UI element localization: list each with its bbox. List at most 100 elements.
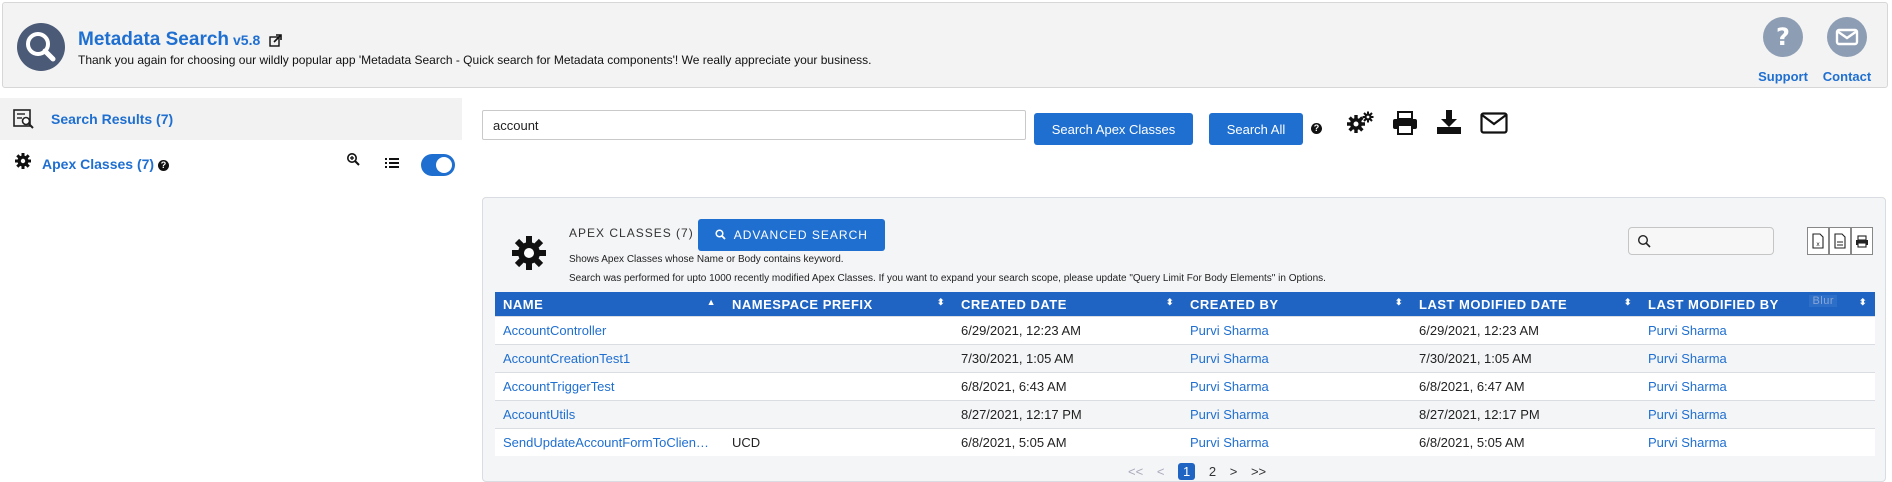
class-name-link[interactable]: AccountTriggerTest <box>503 379 615 394</box>
contact-label: Contact <box>1822 69 1872 84</box>
table-row: AccountController 6/29/2021, 12:23 AM Pu… <box>495 316 1875 345</box>
apex-classes-toggle[interactable] <box>421 154 455 176</box>
created-by-link[interactable]: Purvi Sharma <box>1190 323 1269 338</box>
svg-text:?: ? <box>1776 23 1790 51</box>
class-name-link[interactable]: AccountUtils <box>503 407 575 422</box>
namespace-cell <box>724 316 953 345</box>
mail-icon <box>1827 17 1867 57</box>
search-help-icon[interactable]: ? <box>1311 123 1322 134</box>
pager-first[interactable]: << <box>1128 464 1143 479</box>
support-label: Support <box>1758 69 1808 84</box>
table-row: AccountUtils 8/27/2021, 12:17 PM Purvi S… <box>495 400 1875 429</box>
col-created-by-label: CREATED BY <box>1190 296 1279 312</box>
search-input[interactable] <box>482 110 1026 140</box>
export-excel-icon[interactable]: x <box>1807 227 1829 255</box>
sidebar-item-apex-classes[interactable]: Apex Classes (7) ? <box>0 146 462 180</box>
col-header-name[interactable]: NAME ▲ <box>495 292 724 317</box>
app-header: Metadata Search v5.8 Thank you again for … <box>2 2 1888 88</box>
namespace-cell <box>724 400 953 429</box>
download-icon[interactable] <box>1436 109 1462 138</box>
sidebar-search-results[interactable]: Search Results (7) <box>0 98 462 140</box>
sort-icon: ⬍ <box>1394 297 1403 307</box>
help-icon[interactable]: ? <box>157 159 169 171</box>
export-pdf-icon[interactable] <box>1829 227 1851 255</box>
settings-gears-icon[interactable] <box>1346 110 1374 139</box>
sort-icon: ⬍ <box>1165 297 1174 307</box>
modified-date-cell: 6/8/2021, 6:47 AM <box>1411 372 1640 401</box>
created-date-cell: 8/27/2021, 12:17 PM <box>953 400 1182 429</box>
col-header-created-date[interactable]: CREATED DATE ⬍ <box>953 292 1182 317</box>
table-print-icon[interactable] <box>1851 227 1873 255</box>
modified-by-link[interactable]: Purvi Sharma <box>1648 379 1727 394</box>
print-icon[interactable] <box>1392 111 1418 138</box>
search-results-icon <box>13 109 35 132</box>
col-last-modified-date-label: LAST MODIFIED DATE <box>1419 296 1568 312</box>
col-header-last-modified-date[interactable]: LAST MODIFIED DATE ⬍ <box>1411 292 1640 317</box>
svg-text:x: x <box>1816 241 1820 248</box>
sort-asc-icon: ▲ <box>706 297 716 307</box>
modified-by-link[interactable]: Purvi Sharma <box>1648 323 1727 338</box>
class-name-link[interactable]: AccountCreationTest1 <box>503 351 630 366</box>
support-link[interactable]: ? Support <box>1747 17 1819 84</box>
blur-toggle[interactable]: Blur <box>1809 295 1837 307</box>
app-logo-search-icon <box>17 23 65 71</box>
class-name-link[interactable]: AccountController <box>503 323 606 338</box>
table-row: SendUpdateAccountFormToClien… UCD 6/8/20… <box>495 428 1875 456</box>
namespace-cell: UCD <box>724 428 953 456</box>
table-row: AccountTriggerTest 6/8/2021, 6:43 AM Pur… <box>495 372 1875 401</box>
created-date-cell: 6/8/2021, 6:43 AM <box>953 372 1182 401</box>
created-by-link[interactable]: Purvi Sharma <box>1190 379 1269 394</box>
apex-classes-gear-icon <box>510 234 548 275</box>
col-created-date-label: CREATED DATE <box>961 296 1067 312</box>
app-title: Metadata Search v5.8 <box>78 29 282 53</box>
col-namespace-label: NAMESPACE PREFIX <box>732 296 873 312</box>
search-apex-classes-button[interactable]: Search Apex Classes <box>1034 113 1193 145</box>
pager-last[interactable]: >> <box>1251 464 1266 479</box>
created-date-cell: 7/30/2021, 1:05 AM <box>953 344 1182 373</box>
modified-by-link[interactable]: Purvi Sharma <box>1648 351 1727 366</box>
col-header-last-modified-by[interactable]: LAST MODIFIED BY Blur ⬍ <box>1640 292 1875 317</box>
toggle-knob <box>436 157 452 173</box>
email-icon[interactable] <box>1480 112 1508 137</box>
apex-classes-text: Apex Classes (7) <box>42 156 155 172</box>
advanced-search-label: ADVANCED SEARCH <box>733 228 868 242</box>
col-name-label: NAME <box>503 296 544 312</box>
modified-by-link[interactable]: Purvi Sharma <box>1648 435 1727 450</box>
modified-date-cell: 6/8/2021, 5:05 AM <box>1411 428 1640 456</box>
zoom-in-icon[interactable] <box>346 152 360 169</box>
sort-icon: ⬍ <box>1623 297 1632 307</box>
created-by-link[interactable]: Purvi Sharma <box>1190 407 1269 422</box>
card-title: APEX CLASSES (7) <box>569 226 694 240</box>
pager-page-2[interactable]: 2 <box>1209 464 1216 479</box>
created-by-link[interactable]: Purvi Sharma <box>1190 351 1269 366</box>
class-name-link[interactable]: SendUpdateAccountFormToClien… <box>503 435 709 450</box>
apex-classes-label: Apex Classes (7) ? <box>42 156 169 172</box>
table-row: AccountCreationTest1 7/30/2021, 1:05 AM … <box>495 344 1875 373</box>
namespace-cell <box>724 372 953 401</box>
col-header-created-by[interactable]: CREATED BY ⬍ <box>1182 292 1411 317</box>
contact-link[interactable]: Contact <box>1811 17 1883 84</box>
modified-date-cell: 8/27/2021, 12:17 PM <box>1411 400 1640 429</box>
external-link-icon[interactable] <box>268 31 282 53</box>
pager-page-1[interactable]: 1 <box>1178 463 1196 480</box>
search-all-button[interactable]: Search All <box>1209 113 1303 145</box>
pagination: << < 1 2 > >> <box>1123 463 1271 480</box>
namespace-cell <box>724 344 953 373</box>
pager-next[interactable]: > <box>1230 464 1238 479</box>
app-version: v5.8 <box>233 32 261 48</box>
app-title-text: Metadata Search <box>78 29 230 50</box>
pager-prev[interactable]: < <box>1157 464 1165 479</box>
modified-by-link[interactable]: Purvi Sharma <box>1648 407 1727 422</box>
sort-icon: ⬍ <box>936 297 945 307</box>
question-icon: ? <box>1763 17 1803 57</box>
table-header-row: NAME ▲ NAMESPACE PREFIX ⬍ CREATED DATE ⬍ CR… <box>495 292 1875 317</box>
advanced-search-button[interactable]: ADVANCED SEARCH <box>698 219 885 251</box>
table-filter-input[interactable] <box>1628 227 1774 255</box>
created-date-cell: 6/8/2021, 5:05 AM <box>953 428 1182 456</box>
created-by-link[interactable]: Purvi Sharma <box>1190 435 1269 450</box>
col-header-namespace[interactable]: NAMESPACE PREFIX ⬍ <box>724 292 953 317</box>
app-tagline: Thank you again for choosing our wildly … <box>78 53 872 67</box>
list-icon[interactable] <box>385 157 399 172</box>
search-results-label: Search Results (7) <box>51 111 174 127</box>
results-card: APEX CLASSES (7) ADVANCED SEARCH Shows A… <box>482 197 1886 482</box>
